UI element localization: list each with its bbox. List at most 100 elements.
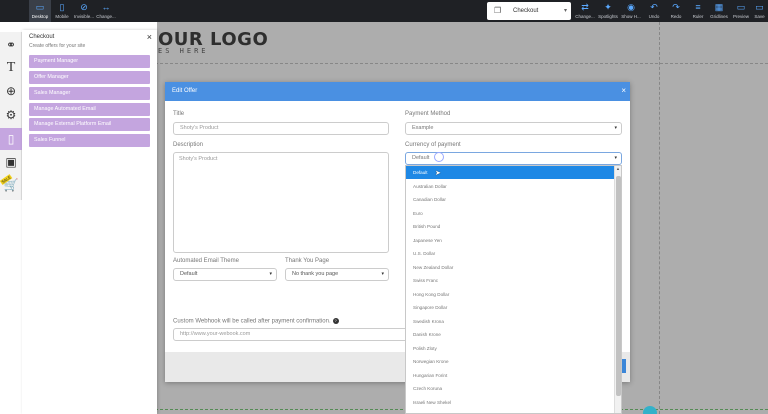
webhook-input[interactable]: http://www.your-webook.com	[173, 328, 413, 341]
plus-circle-icon: ⊕	[5, 84, 17, 98]
tool-text[interactable]: T	[0, 57, 22, 79]
save-icon: ▭	[755, 2, 764, 12]
ruler-icon: ≡	[695, 2, 701, 12]
thank-you-page-select[interactable]: No thank you page ▾	[285, 268, 389, 281]
click-indicator	[434, 152, 444, 162]
help-badge-icon[interactable]	[643, 406, 657, 414]
close-icon[interactable]: ×	[621, 86, 626, 95]
thank-you-page-value: No thank you page	[292, 271, 339, 277]
preview-icon: ▭	[736, 2, 746, 12]
chevron-down-icon: ▾	[614, 155, 617, 161]
page-icon: ▯	[7, 132, 15, 146]
change-size-button[interactable]: ↔ Change...	[95, 0, 117, 22]
panel-item-sales-manager[interactable]: Sales Manager	[29, 87, 150, 100]
show-hidden-button[interactable]: ◉ Show H...	[620, 0, 642, 22]
spotlights-button[interactable]: ✦ Spotlights	[597, 0, 619, 22]
chevron-down-icon: ▾	[269, 271, 272, 277]
currency-label: Currency of payment	[405, 142, 461, 148]
invisible-button[interactable]: ⊘ Invisible...	[73, 0, 95, 22]
undo-icon: ↶	[650, 2, 658, 12]
currency-option[interactable]: Singapore Dollar	[406, 301, 615, 314]
currency-option[interactable]: New Zealand Dollar	[406, 261, 615, 274]
panel-item-offer-manager[interactable]: Offer Manager	[29, 71, 150, 84]
currency-option[interactable]: Israeli New Shekel	[406, 396, 615, 409]
top-toolbar: ▭ Desktop ▯ Mobile ⊘ Invisible... ↔ Chan…	[0, 0, 768, 22]
currency-option[interactable]: Norwegian Krone	[406, 355, 615, 368]
email-theme-value: Default	[180, 271, 198, 277]
chevron-down-icon: ▾	[563, 8, 567, 14]
scroll-up-icon[interactable]: ▲	[616, 166, 620, 171]
pages-icon: ❐	[494, 6, 502, 15]
description-label: Description	[173, 142, 204, 148]
redo-icon: ↷	[672, 2, 680, 12]
currency-option[interactable]: Hungarian Forint	[406, 369, 615, 382]
text-icon: T	[6, 60, 16, 75]
checkout-panel: Checkout Create offers for your site × P…	[22, 30, 157, 414]
gridlines-icon: ▦	[714, 2, 724, 12]
gridlines-button[interactable]: ▦ Gridlines	[708, 0, 730, 22]
webhook-label: Custom Webhook will be called after paym…	[173, 318, 339, 325]
close-icon[interactable]: ×	[147, 32, 152, 42]
panel-item-external-email[interactable]: Manage External Platform Email	[29, 118, 150, 131]
currency-option[interactable]: Danish Krone	[406, 328, 615, 341]
link-icon: ⚭	[5, 38, 17, 52]
page-selector[interactable]: ❐ Checkout ▾	[487, 2, 571, 20]
tool-media[interactable]: ▣	[0, 151, 22, 173]
currency-option[interactable]: Australian Dollar	[406, 180, 615, 193]
currency-option[interactable]: British Pound	[406, 220, 615, 233]
desktop-view-button[interactable]: ▭ Desktop	[29, 0, 51, 22]
tool-strip: ⚭ T ⊕ ⚙ ▯ ▣ 🛒 SALE	[0, 32, 22, 200]
currency-option[interactable]: Canadian Dollar	[406, 193, 615, 206]
chevron-down-icon: ▾	[614, 125, 617, 131]
panel-item-payment-manager[interactable]: Payment Manager	[29, 55, 150, 68]
email-theme-select[interactable]: Default ▾	[173, 268, 277, 281]
undo-button[interactable]: ↶ Undo	[643, 0, 665, 22]
currency-value: Default	[412, 155, 430, 161]
info-icon[interactable]: ?	[332, 318, 339, 324]
currency-option[interactable]: Czech Koruna	[406, 382, 615, 395]
panel-item-sales-funnel[interactable]: Sales Funnel	[29, 134, 150, 147]
mouse-pointer-icon: ➤	[435, 170, 441, 177]
save-button[interactable]: ▭ Save	[751, 0, 768, 22]
mobile-icon: ▯	[59, 2, 65, 12]
panel-subtitle: Create offers for your site	[29, 43, 86, 49]
tool-pages[interactable]: ▯	[0, 128, 22, 150]
thank-you-page-label: Thank You Page	[285, 258, 330, 264]
payment-method-label: Payment Method	[405, 111, 451, 117]
show-hidden-icon: ◉	[627, 2, 635, 12]
payment-method-value: Example	[412, 125, 434, 131]
currency-option[interactable]: Polish Zloty	[406, 342, 615, 355]
webhook-label-text: Custom Webhook will be called after paym…	[173, 318, 331, 325]
currency-option[interactable]: Swedish Krona	[406, 315, 615, 328]
tool-links[interactable]: ⚭	[0, 34, 22, 56]
invisible-icon: ⊘	[80, 2, 88, 12]
dropdown-scrollbar[interactable]: ▲	[614, 166, 621, 413]
email-theme-label: Automated Email Theme	[173, 258, 239, 264]
currency-option[interactable]: Euro	[406, 207, 615, 220]
currency-option[interactable]: Hong Kong Dollar	[406, 288, 615, 301]
payment-method-select[interactable]: Example ▾	[405, 122, 622, 135]
chevron-down-icon: ▾	[381, 271, 384, 277]
modal-title: Edit Offer	[172, 88, 198, 94]
modal-header: Edit Offer ×	[165, 82, 630, 101]
change-button[interactable]: ⇄ Change...	[574, 0, 596, 22]
ruler-button[interactable]: ≡ Ruler	[687, 0, 709, 22]
preview-button[interactable]: ▭ Preview	[730, 0, 752, 22]
currency-option[interactable]: Swiss Franc	[406, 274, 615, 287]
panel-item-automated-email[interactable]: Manage Automated Email	[29, 103, 150, 116]
panel-title: Checkout	[29, 34, 55, 40]
scrollbar-thumb[interactable]	[616, 176, 621, 396]
currency-option[interactable]: Japanese Yen	[406, 234, 615, 247]
redo-button[interactable]: ↷ Redo	[665, 0, 687, 22]
tool-add[interactable]: ⊕	[0, 80, 22, 102]
tool-settings[interactable]: ⚙	[0, 104, 22, 126]
currency-option[interactable]: U.S. Dollar	[406, 247, 615, 260]
desktop-icon: ▭	[35, 2, 45, 12]
description-textarea[interactable]: Shoty's Product	[173, 152, 389, 253]
change-icon: ⇄	[581, 2, 589, 12]
title-input[interactable]: Shoty's Product	[173, 122, 389, 135]
gear-icon: ⚙	[5, 108, 17, 122]
editor-window: ▭ Desktop ▯ Mobile ⊘ Invisible... ↔ Chan…	[0, 0, 768, 414]
mobile-view-button[interactable]: ▯ Mobile	[51, 0, 73, 22]
currency-dropdown[interactable]: Default Australian Dollar Canadian Dolla…	[405, 165, 622, 414]
